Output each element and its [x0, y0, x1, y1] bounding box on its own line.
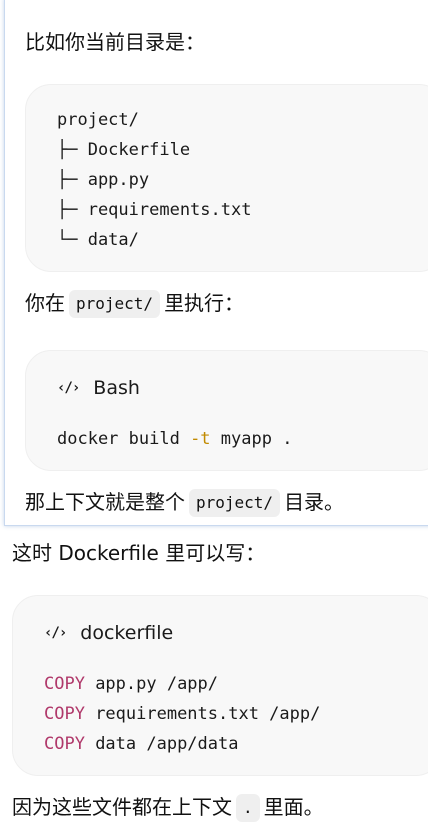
text-before: 因为这些文件都在上下文 — [12, 795, 232, 819]
code-language-label: ‹/› dockerfile — [44, 621, 173, 645]
dockerfile-codeblock: ‹/› dockerfile COPY app.py /app/ COPY req… — [12, 595, 428, 776]
keyword: COPY — [44, 734, 85, 754]
keyword: COPY — [44, 704, 85, 724]
inline-code-dot: . — [236, 794, 260, 822]
code-icon: ‹/› — [57, 380, 80, 396]
paragraph-context: 那上下文就是整个 project/目录。 — [25, 488, 344, 517]
directory-tree-codeblock: project/ ├─ Dockerfile ├─ app.py ├─ requ… — [25, 84, 428, 272]
text-before: 那上下文就是整个 — [25, 490, 185, 514]
command-flag: -t — [190, 429, 211, 449]
tree-line: └─ data/ — [57, 230, 139, 250]
text-after: 里执行： — [164, 291, 245, 315]
keyword: COPY — [44, 674, 85, 694]
bash-command-line: docker build -t myapp . — [57, 424, 292, 454]
tree-line: ├─ Dockerfile — [57, 140, 191, 160]
inline-code-project: project/ — [69, 290, 161, 318]
paragraph-dockerfile-intro: 这时 Dockerfile 里可以写： — [12, 541, 266, 565]
tree-line: ├─ requirements.txt — [57, 200, 252, 220]
language-name: Bash — [93, 377, 140, 399]
tree-line: ├─ app.py — [57, 170, 150, 190]
line-rest: data /app/data — [84, 734, 239, 754]
command-args: myapp . — [210, 429, 293, 449]
paragraph-conclusion: 因为这些文件都在上下文. 里面。 — [12, 793, 324, 822]
inline-code-project: project/ — [189, 489, 281, 517]
text-after: 目录。 — [284, 490, 345, 514]
bash-codeblock: ‹/› Bash docker build -t myapp . — [25, 350, 428, 471]
line-rest: requirements.txt /app/ — [84, 704, 321, 724]
command: docker build — [57, 429, 191, 449]
text-before: 你在 — [25, 291, 65, 315]
dockerfile-line: COPY app.py /app/ — [44, 669, 218, 699]
code-language-label: ‹/› Bash — [57, 376, 140, 400]
language-name: dockerfile — [80, 622, 174, 644]
dockerfile-line: COPY requirements.txt /app/ — [44, 699, 320, 729]
dockerfile-line: COPY data /app/data — [44, 729, 238, 759]
tree-line: project/ — [57, 110, 139, 130]
paragraph-current-dir: 比如你当前目录是： — [25, 30, 205, 54]
paragraph-run-in: 你在 project/里执行： — [25, 289, 244, 318]
text-after: 里面。 — [263, 795, 324, 819]
code-icon: ‹/› — [44, 625, 67, 641]
line-rest: app.py /app/ — [84, 674, 219, 694]
